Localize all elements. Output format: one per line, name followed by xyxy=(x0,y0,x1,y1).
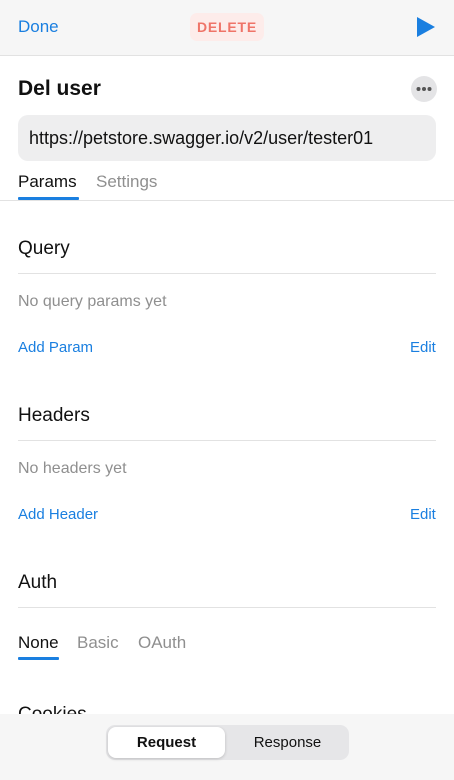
request-segment[interactable]: Request xyxy=(108,727,225,758)
headers-divider xyxy=(18,440,436,441)
url-field[interactable] xyxy=(18,115,436,161)
auth-tab-basic[interactable]: Basic xyxy=(77,633,119,653)
query-divider xyxy=(18,273,436,274)
edit-headers-button[interactable]: Edit xyxy=(410,506,436,523)
bottom-bar: Request Response xyxy=(0,714,454,780)
add-param-button[interactable]: Add Param xyxy=(18,339,93,356)
query-section-title: Query xyxy=(18,238,70,259)
tabs-divider xyxy=(0,200,454,201)
tab-settings[interactable]: Settings xyxy=(96,172,157,192)
response-segment[interactable]: Response xyxy=(228,727,347,758)
top-toolbar: Done DELETE xyxy=(0,0,454,56)
auth-divider xyxy=(18,607,436,608)
add-header-button[interactable]: Add Header xyxy=(18,506,98,523)
tab-params[interactable]: Params xyxy=(18,172,77,192)
headers-empty-text: No headers yet xyxy=(18,460,127,477)
headers-section-title: Headers xyxy=(18,405,90,426)
method-badge[interactable]: DELETE xyxy=(190,13,264,41)
edit-query-button[interactable]: Edit xyxy=(410,339,436,356)
done-button[interactable]: Done xyxy=(18,17,59,37)
auth-tab-none[interactable]: None xyxy=(18,633,59,653)
ellipsis-icon[interactable] xyxy=(411,76,437,102)
play-icon[interactable] xyxy=(416,16,436,38)
request-title[interactable]: Del user xyxy=(18,77,101,101)
auth-section-title: Auth xyxy=(18,572,58,593)
auth-tab-oauth[interactable]: OAuth xyxy=(138,633,186,653)
query-empty-text: No query params yet xyxy=(18,293,167,310)
request-response-switch: Request Response xyxy=(106,725,349,760)
active-auth-indicator xyxy=(18,657,59,660)
